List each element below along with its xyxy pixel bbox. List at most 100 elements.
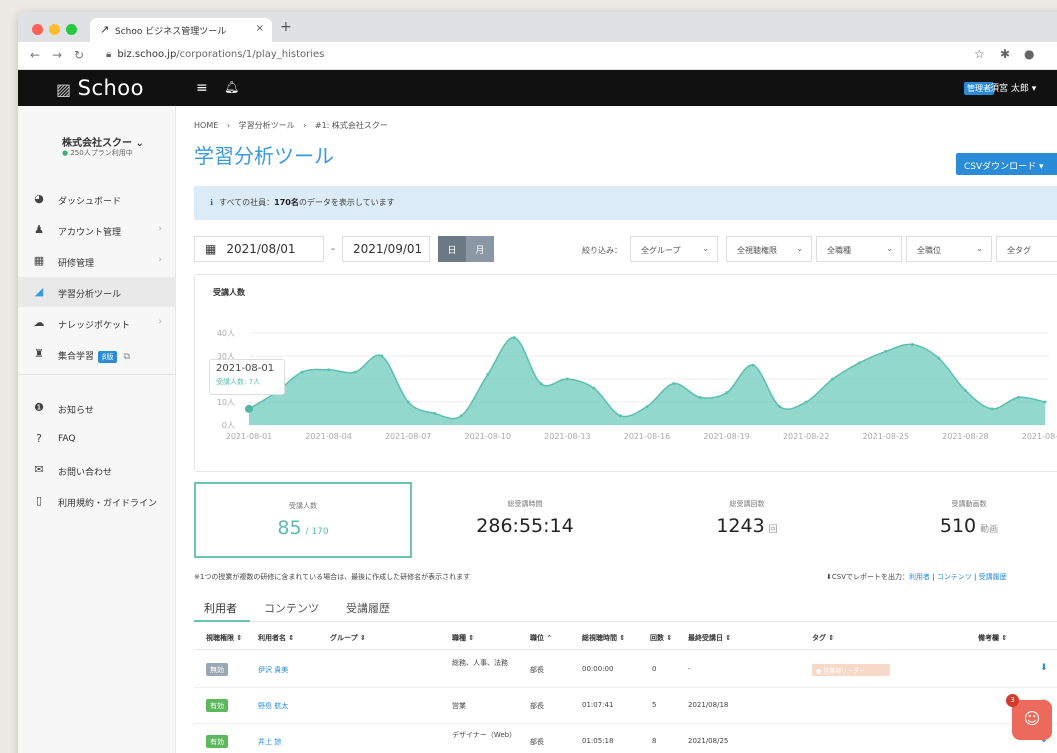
csv-link-contents[interactable]: コンテンツ <box>937 573 972 581</box>
col-tag[interactable]: タグ ⇕ <box>812 633 834 643</box>
bell-icon[interactable]: 🔔︎ <box>224 80 239 94</box>
stat-total-count[interactable]: 総受講回数 1243 回 <box>638 482 856 558</box>
sidebar-item-analytics[interactable]: ◢ 学習分析ツール <box>18 277 176 307</box>
stat-learners[interactable]: 受講人数 85/ 170 <box>194 482 412 558</box>
reload-icon[interactable]: ↻ <box>74 48 84 62</box>
table-row[interactable]: 有効 井上 諒デザイナー（Web） 部長 01:05:18 8 2021/08/25 ⬇ <box>194 724 1057 753</box>
job-select[interactable]: 全職種 ⌄ <box>816 236 902 262</box>
data-point[interactable] <box>1043 400 1047 404</box>
col-position[interactable]: 職位 ⌃ <box>530 633 552 643</box>
data-point[interactable] <box>486 372 490 376</box>
sidebar-item-knowledge[interactable]: ☁ ナレッジポケット › <box>18 308 176 338</box>
col-last-date[interactable]: 最終受講日 ⇕ <box>688 633 731 643</box>
new-tab-button[interactable]: + <box>280 19 292 35</box>
position-select[interactable]: 全職位 ⌄ <box>906 236 992 262</box>
csv-download-button[interactable]: CSVダウンロード ▾ <box>956 153 1057 175</box>
data-point[interactable] <box>645 405 649 409</box>
stat-total-time[interactable]: 総受講時間 286:55:14 <box>416 482 634 558</box>
stat-video-count[interactable]: 受講動画数 510 動画 <box>860 482 1057 558</box>
sidebar-item-faq[interactable]: ? FAQ <box>18 424 176 454</box>
chevron-right-icon: › <box>158 317 162 327</box>
data-point[interactable] <box>963 389 967 392</box>
back-icon[interactable]: ← <box>30 48 40 62</box>
user-menu[interactable]: 須宮 太郎 ▾ <box>990 81 1036 94</box>
minimize-window-icon[interactable] <box>49 24 60 35</box>
data-point[interactable] <box>937 356 941 360</box>
breadcrumb-home[interactable]: HOME <box>194 121 218 130</box>
data-point[interactable] <box>1016 395 1020 399</box>
table-row[interactable]: 無効 伊沢 貴美 総務、人事、法務 部長 00:00:00 0 - ● 営業部リーダー ⬇ <box>194 652 1057 688</box>
col-name[interactable]: 利用者名 ⇕ <box>258 633 294 643</box>
schoo-logo[interactable]: ▨ Schoo <box>56 76 144 100</box>
col-job[interactable]: 職種 ⇕ <box>452 633 474 643</box>
data-point[interactable] <box>751 363 755 367</box>
col-permission[interactable]: 視聴権限 ⇕ <box>206 633 242 643</box>
col-total-time[interactable]: 総視聴時間 ⇕ <box>582 633 625 643</box>
extensions-icon[interactable]: ✱ <box>1000 47 1010 61</box>
data-point[interactable] <box>565 377 569 381</box>
hamburger-menu-icon[interactable]: ≡ <box>196 80 208 96</box>
tab-history[interactable]: 受講履歴 <box>346 600 390 616</box>
data-point[interactable] <box>380 354 384 358</box>
calendar-icon: ▦ <box>205 242 217 256</box>
download-icon[interactable]: ⬇ <box>1040 663 1048 673</box>
data-point[interactable] <box>327 368 331 372</box>
tab-users[interactable]: 利用者 <box>204 600 237 616</box>
data-point[interactable] <box>884 349 888 353</box>
data-point[interactable] <box>353 370 357 374</box>
month-toggle-button[interactable]: 月 <box>466 236 494 262</box>
end-date-field[interactable]: 2021/09/01 <box>342 236 430 262</box>
breadcrumb-tool[interactable]: 学習分析ツール <box>239 121 295 130</box>
sidebar-item-dashboard[interactable]: ◕ ダッシュボード <box>18 184 176 214</box>
data-point[interactable] <box>592 386 596 390</box>
col-remarks[interactable]: 備考欄 ⇕ <box>978 633 1007 643</box>
company-switcher[interactable]: 株式会社スクー ⌄ <box>62 134 144 149</box>
permission-select[interactable]: 全視聴権限 ⌄ <box>726 236 812 262</box>
data-point[interactable] <box>910 343 914 346</box>
maximize-window-icon[interactable] <box>66 24 77 35</box>
col-count[interactable]: 回数 ⇕ <box>650 633 672 643</box>
data-point[interactable] <box>433 412 437 415</box>
url-field[interactable]: 🔒︎ biz.schoo.jp/corporations/1/play_histo… <box>106 49 324 60</box>
sidebar-item-training[interactable]: ▦ 研修管理 › <box>18 246 176 276</box>
table-row[interactable]: 有効野島 航太営業部長01:07:4152021/08/18⬇ <box>194 688 1057 724</box>
data-point[interactable] <box>831 377 835 381</box>
data-point[interactable] <box>539 382 543 386</box>
data-point[interactable] <box>725 391 729 395</box>
data-point[interactable] <box>778 405 782 409</box>
sidebar-item-terms[interactable]: ▯ 利用規約・ガイドライン <box>18 486 176 516</box>
data-point[interactable] <box>698 395 702 399</box>
data-point[interactable] <box>990 407 994 411</box>
data-point[interactable] <box>857 361 861 365</box>
tab-close-icon[interactable]: × <box>256 23 264 34</box>
sidebar-item-news[interactable]: ❶ お知らせ <box>18 393 176 423</box>
forward-icon[interactable]: → <box>52 48 62 62</box>
group-select[interactable]: 全グループ ⌄ <box>630 236 718 262</box>
user-name-link[interactable]: 伊沢 貴美 <box>258 665 288 675</box>
data-point[interactable] <box>459 414 463 418</box>
data-point[interactable] <box>245 404 253 413</box>
start-date-field[interactable]: ▦ 2021/08/01 <box>194 236 324 262</box>
sidebar-item-group-learning[interactable]: ♜ 集合学習 β版 ⧉ <box>18 339 176 369</box>
profile-icon[interactable]: ● <box>1024 47 1034 61</box>
data-point[interactable] <box>804 400 808 404</box>
data-point[interactable] <box>300 370 304 374</box>
data-point[interactable] <box>618 414 622 418</box>
user-name-link[interactable]: 井上 諒 <box>258 737 281 747</box>
csv-link-users[interactable]: 利用者 <box>909 573 930 581</box>
day-toggle-button[interactable]: 日 <box>438 236 466 262</box>
tag-select[interactable]: 全タグ⌄ <box>996 236 1057 262</box>
col-group[interactable]: グループ ⇕ <box>330 633 366 643</box>
bookmark-star-icon[interactable]: ☆ <box>974 47 985 61</box>
csv-link-history[interactable]: 受講履歴 <box>979 573 1007 581</box>
close-window-icon[interactable] <box>32 24 43 35</box>
data-point[interactable] <box>672 382 676 386</box>
tab-contents[interactable]: コンテンツ <box>264 600 319 616</box>
user-name-link[interactable]: 野島 航太 <box>258 701 288 711</box>
chat-button[interactable]: ☺ <box>1012 700 1052 740</box>
sidebar-item-contact[interactable]: ✉ お問い合わせ <box>18 455 176 485</box>
sidebar-item-accounts[interactable]: ♟ アカウント管理 › <box>18 215 176 245</box>
data-point[interactable] <box>512 336 516 340</box>
data-point[interactable] <box>406 400 410 404</box>
browser-tab[interactable]: ↗ Schoo ビジネス管理ツール × <box>90 18 272 42</box>
